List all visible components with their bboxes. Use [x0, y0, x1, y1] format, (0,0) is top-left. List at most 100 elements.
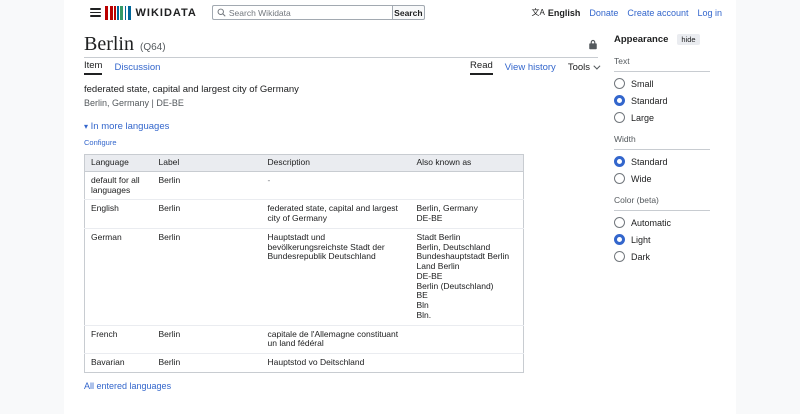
appearance-section-color: Color (beta) Automatic Light Dark	[614, 195, 710, 262]
option-label: Automatic	[631, 217, 672, 228]
search-bar: Search	[211, 5, 425, 20]
language-table: Language Label Description Also known as…	[84, 154, 524, 374]
cell-language: German	[84, 227, 153, 326]
page-tabs: Item Discussion Read View history Tools	[84, 60, 601, 75]
language-selector-label: English	[547, 7, 581, 18]
search-box	[211, 5, 392, 20]
create-account-link[interactable]: Create account	[627, 8, 688, 18]
width-option-standard[interactable]: Standard	[614, 156, 710, 167]
tools-label: Tools	[567, 62, 590, 73]
chevron-down-icon	[593, 62, 601, 70]
cell-description[interactable]: Hauptstod vo Deitschland	[261, 353, 411, 373]
option-label: Standard	[631, 95, 668, 106]
radio-icon[interactable]	[614, 95, 625, 106]
option-label: Large	[631, 112, 655, 123]
appearance-title-row: Appearance hide	[614, 34, 710, 45]
option-label: Light	[631, 234, 651, 245]
cell-description[interactable]: -	[262, 171, 411, 200]
user-links: 文A English Donate Create account Log in	[532, 7, 722, 18]
cell-aliases	[411, 171, 524, 200]
appearance-hide-button[interactable]: hide	[677, 34, 700, 45]
text-option-small[interactable]: Small	[614, 78, 710, 89]
donate-link[interactable]: Donate	[589, 8, 618, 18]
option-label: Small	[631, 78, 654, 89]
collapse-arrow-icon: ▾	[84, 122, 89, 131]
cell-description[interactable]: Hauptstadt und bevölkerungsreichste Stad…	[261, 227, 411, 326]
more-languages-toggle[interactable]: ▾ In more languages	[84, 121, 598, 132]
cell-aliases[interactable]: Stadt Berlin Berlin, Deutschland Bundesh…	[410, 227, 524, 326]
cell-aliases	[410, 353, 524, 373]
radio-icon[interactable]	[614, 251, 625, 262]
tab-view-history[interactable]: View history	[505, 62, 556, 75]
configure-link[interactable]: Configure	[84, 138, 117, 147]
wikidata-wordmark: WIKIDATA	[135, 6, 197, 19]
view-tabs: Read View history Tools	[470, 60, 601, 75]
width-option-wide[interactable]: Wide	[614, 173, 710, 184]
alias: BE	[416, 290, 428, 301]
appearance-title: Appearance	[614, 34, 669, 45]
alias: Berlin (Deutschland)	[416, 280, 494, 291]
section-label: Width	[614, 134, 710, 150]
cell-label[interactable]: Berlin	[152, 353, 262, 373]
cell-description[interactable]: federated state, capital and largest cit…	[261, 199, 411, 229]
cell-language: English	[84, 199, 153, 229]
language-selector[interactable]: 文A English	[532, 7, 581, 18]
section-label: Text	[614, 56, 710, 72]
search-button[interactable]: Search	[391, 5, 425, 20]
log-in-link[interactable]: Log in	[697, 8, 722, 18]
section-label: Color (beta)	[614, 195, 710, 211]
option-label: Wide	[631, 173, 652, 184]
wikidata-logo-icon	[105, 5, 131, 20]
color-option-dark[interactable]: Dark	[614, 251, 710, 262]
all-entered-languages-link[interactable]: All entered languages	[84, 381, 171, 391]
cell-language: Bavarian	[84, 353, 153, 373]
radio-icon[interactable]	[614, 173, 625, 184]
tab-item[interactable]: Item	[84, 60, 103, 75]
search-input[interactable]	[228, 7, 388, 18]
col-header-also-known-as: Also known as	[410, 154, 524, 172]
main-column: Berlin (Q64) Item Discussion Read View h…	[84, 25, 601, 414]
option-label: Standard	[631, 156, 668, 167]
tab-discussion[interactable]: Discussion	[114, 62, 160, 75]
appearance-section-width: Width Standard Wide	[614, 134, 710, 184]
cell-label[interactable]: Berlin	[152, 324, 262, 354]
alias: Bln.	[416, 309, 432, 320]
lock-icon[interactable]	[588, 39, 598, 50]
color-option-light[interactable]: Light	[614, 234, 710, 245]
col-header-language: Language	[84, 154, 153, 172]
appearance-section-text: Text Small Standard Large	[614, 56, 710, 123]
cell-label[interactable]: Berlin	[152, 227, 262, 326]
radio-icon[interactable]	[614, 156, 625, 167]
alias: Bln	[416, 300, 429, 311]
cell-description[interactable]: capitale de l'Allemagne constituant un l…	[261, 324, 411, 354]
color-option-automatic[interactable]: Automatic	[614, 217, 710, 228]
entity-aliases-line: Berlin, Germany | DE-BE	[84, 98, 184, 108]
table-row: Bavarian Berlin Hauptstod vo Deitschland	[84, 353, 524, 373]
table-row: English Berlin federated state, capital …	[84, 199, 524, 229]
title-row: Berlin (Q64)	[84, 34, 598, 58]
more-languages-label: In more languages	[90, 121, 170, 132]
content-area: Berlin (Q64) Item Discussion Read View h…	[64, 25, 736, 414]
radio-icon[interactable]	[614, 78, 625, 89]
page-title: Berlin	[84, 33, 134, 55]
wikidata-logo[interactable]: WIKIDATA	[105, 5, 197, 20]
language-icon: 文A	[531, 8, 545, 17]
main-menu-icon[interactable]	[90, 8, 101, 17]
cell-aliases	[410, 324, 524, 354]
col-header-label: Label	[152, 154, 262, 172]
cell-language: French	[84, 324, 153, 354]
tab-tools[interactable]: Tools	[567, 62, 601, 75]
cell-label[interactable]: Berlin	[153, 171, 262, 200]
cell-label[interactable]: Berlin	[152, 199, 262, 229]
page-container: WIKIDATA Search 文A English Donate Create…	[64, 0, 736, 414]
radio-icon[interactable]	[614, 112, 625, 123]
text-option-large[interactable]: Large	[614, 112, 710, 123]
top-bar: WIKIDATA Search 文A English Donate Create…	[64, 0, 736, 25]
cell-aliases[interactable]: Berlin, Germany DE-BE	[410, 199, 524, 229]
radio-icon[interactable]	[614, 234, 625, 245]
table-header-row: Language Label Description Also known as	[84, 154, 524, 172]
table-row: default for all languages Berlin -	[85, 171, 524, 200]
text-option-standard[interactable]: Standard	[614, 95, 710, 106]
radio-icon[interactable]	[614, 217, 625, 228]
tab-read[interactable]: Read	[470, 60, 493, 75]
